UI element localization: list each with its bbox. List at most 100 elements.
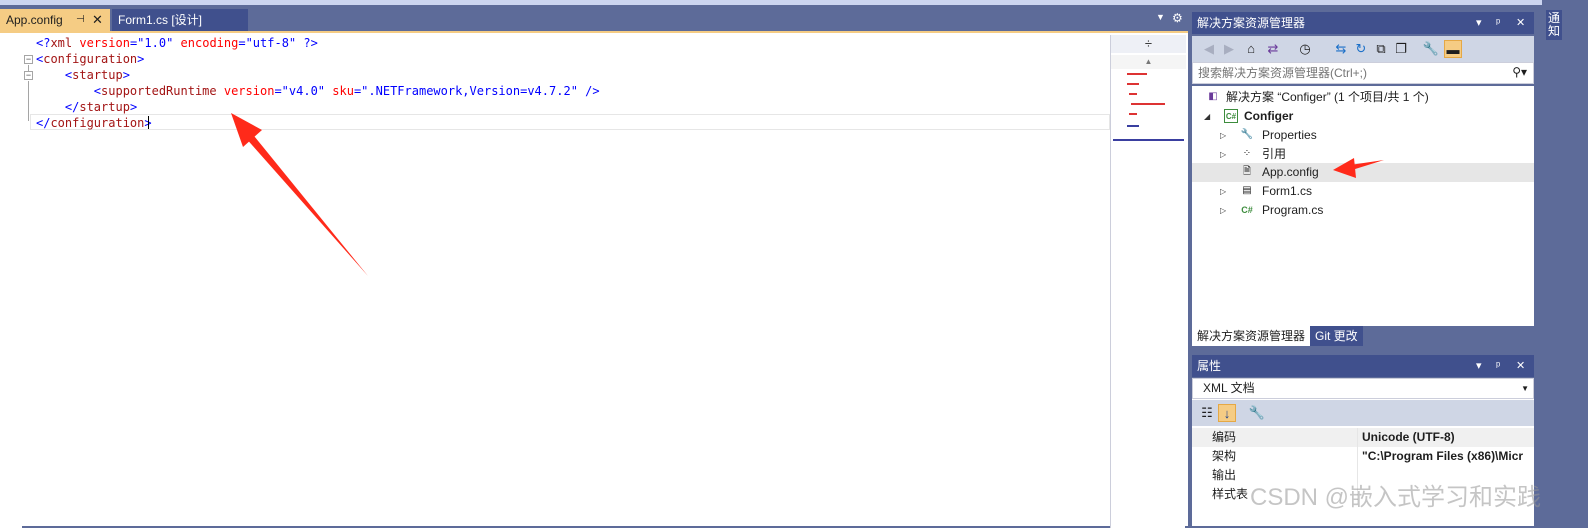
window-dropdown-icon[interactable]: ▾ — [1476, 355, 1482, 377]
code-token: /> — [585, 84, 600, 98]
tab-app-config[interactable]: App.config ⊣ ✕ — [0, 9, 110, 31]
close-icon[interactable]: ✕ — [1516, 355, 1525, 377]
chevron-down-icon[interactable]: ▼ — [1521, 379, 1529, 398]
property-key: 样式表 — [1212, 487, 1249, 501]
collapse-icon[interactable]: − — [24, 71, 33, 80]
search-icon[interactable]: ⚲▾ — [1512, 65, 1527, 79]
tab-solution-explorer[interactable]: 解决方案资源管理器 — [1192, 326, 1311, 346]
home-icon[interactable]: ⌂ — [1242, 40, 1260, 58]
collapsed-twisty-icon[interactable]: ▷ — [1220, 126, 1226, 145]
tab-overflow-dropdown-icon[interactable]: ▼ — [1156, 12, 1165, 22]
solution-icon: ◧ — [1208, 91, 1218, 102]
tree-item-form1[interactable]: ▷ ▤ Form1.cs — [1192, 182, 1534, 201]
tab-git-changes[interactable]: Git 更改 — [1310, 326, 1363, 346]
properties-titlebar: 属性 ▾ ᵖ ✕ — [1192, 355, 1534, 377]
close-icon[interactable]: ✕ — [92, 9, 103, 31]
config-file-icon: 🗎 — [1242, 166, 1252, 177]
csharp-file-icon: C# — [1241, 205, 1253, 215]
sync-icon[interactable]: ⇆ — [1332, 40, 1350, 58]
panel-title: 属性 — [1197, 359, 1222, 373]
pin-icon[interactable]: ⊣ — [76, 9, 85, 31]
back-icon[interactable]: ◀ — [1200, 40, 1218, 58]
code-token: supportedRuntime — [101, 84, 217, 98]
tree-item-label: App.config — [1262, 165, 1319, 179]
code-token: =" — [129, 36, 145, 50]
categorized-icon[interactable]: ☷ — [1198, 404, 1216, 422]
solution-explorer-bottom-tabs: 解决方案资源管理器 Git 更改 — [1192, 326, 1534, 347]
code-token: " — [570, 84, 586, 98]
object-selector-value: XML 文档 — [1203, 381, 1255, 395]
show-all-files-icon[interactable]: ❐ — [1392, 40, 1410, 58]
switch-views-icon[interactable]: ⇄ — [1264, 40, 1282, 58]
code-token: encoding — [180, 36, 239, 50]
tree-item-project[interactable]: ◢ C# Configer — [1192, 107, 1534, 126]
code-token: " — [288, 36, 304, 50]
tab-label: Form1.cs [设计] — [118, 13, 203, 27]
forward-icon[interactable]: ▶ — [1220, 40, 1238, 58]
pending-changes-filter-icon[interactable]: ◷ — [1296, 40, 1314, 58]
collapse-icon[interactable]: − — [24, 55, 33, 64]
scroll-up-icon[interactable]: ▲ — [1111, 55, 1186, 69]
tree-item-properties[interactable]: ▷ 🔧 Properties — [1192, 126, 1534, 145]
search-input[interactable] — [1193, 63, 1493, 83]
preview-selected-icon[interactable]: ▬ — [1444, 40, 1462, 58]
collapsed-twisty-icon[interactable]: ▷ — [1220, 182, 1226, 201]
minimap-viewport[interactable] — [1113, 71, 1184, 141]
tree-item-app-config[interactable]: 🗎 App.config — [1192, 163, 1534, 182]
code-line[interactable]: <?xml version="1.0" encoding="utf-8" ?> — [36, 35, 600, 51]
tab-form1-design[interactable]: Form1.cs [设计] — [112, 9, 248, 31]
tree-item-program[interactable]: ▷ C# Program.cs — [1192, 201, 1534, 220]
window-top-strip — [0, 0, 1588, 5]
property-pages-icon[interactable]: 🔧 — [1248, 404, 1266, 422]
code-token: version — [79, 36, 130, 50]
code-line[interactable]: <supportedRuntime version="v4.0" sku=".N… — [36, 83, 600, 99]
code-token: > — [129, 100, 138, 114]
refresh-icon[interactable]: ↻ — [1352, 40, 1370, 58]
property-value[interactable]: Unicode (UTF-8) — [1362, 428, 1534, 447]
code-token: > — [122, 68, 130, 82]
property-row[interactable]: 架构 "C:\Program Files (x86)\Micr — [1192, 447, 1534, 466]
alphabetical-icon[interactable]: ↓ — [1218, 404, 1236, 422]
code-token: sku — [332, 84, 354, 98]
close-icon[interactable]: ✕ — [1516, 12, 1525, 34]
properties-wrench-icon[interactable]: 🔧 — [1422, 40, 1440, 58]
code-token: configuration — [50, 116, 145, 130]
code-line[interactable]: <configuration> — [36, 51, 600, 67]
collapse-all-icon[interactable]: ⧉ — [1372, 40, 1390, 58]
panel-title: 解决方案资源管理器 — [1197, 16, 1306, 30]
code-token: =" — [353, 84, 369, 98]
pin-icon[interactable]: ᵖ — [1496, 355, 1500, 377]
code-line[interactable]: <startup> — [36, 67, 600, 83]
tree-item-references[interactable]: ▷ ⁘ 引用 — [1192, 145, 1534, 164]
code-line[interactable]: </startup> — [36, 99, 600, 115]
tree-item-label: Form1.cs — [1262, 184, 1313, 198]
document-tab-bar: App.config ⊣ ✕ Form1.cs [设计] ▼ ⚙ — [0, 9, 1188, 31]
collapsed-twisty-icon[interactable]: ▷ — [1220, 201, 1226, 220]
code-editor[interactable]: − − <?xml version="1.0" encoding="utf-8"… — [0, 31, 1188, 528]
solution-explorer-toolbar: ◀ ▶ ⌂ ⇄ ◷ ⇆ ↻ ⧉ ❐ 🔧 ▬ — [1192, 36, 1534, 62]
code-token: =" — [238, 36, 253, 50]
code-token: startup — [72, 68, 123, 82]
window-dropdown-icon[interactable]: ▾ — [1476, 12, 1482, 34]
minimap-scrollbar[interactable]: ÷ ▲ — [1110, 35, 1186, 528]
right-dock-strip: 通知 — [1542, 0, 1588, 526]
property-value[interactable]: "C:\Program Files (x86)\Micr — [1362, 447, 1534, 466]
code-token: .NETFramework,Version=v4.7.2 — [368, 84, 571, 98]
collapsed-twisty-icon[interactable]: ▷ — [1220, 145, 1226, 164]
gear-icon[interactable]: ⚙ — [1172, 11, 1183, 25]
code-token: =" — [274, 84, 289, 98]
split-editor-icon[interactable]: ÷ — [1111, 35, 1186, 53]
code-text[interactable]: <?xml version="1.0" encoding="utf-8" ?> <… — [36, 35, 600, 131]
pin-icon[interactable]: ᵖ — [1496, 12, 1500, 34]
object-selector[interactable]: XML 文档 ▼ — [1192, 378, 1534, 399]
tree-item-label: Configer — [1244, 109, 1294, 123]
expanded-twisty-icon[interactable]: ◢ — [1204, 107, 1210, 126]
solution-search-box[interactable]: ⚲▾ — [1192, 62, 1534, 84]
property-row[interactable]: 编码 Unicode (UTF-8) — [1192, 428, 1534, 447]
code-token: " — [166, 36, 181, 50]
tree-item-solution[interactable]: ◧ 解决方案 “Configer” (1 个项目/共 1 个) — [1192, 88, 1534, 107]
tree-item-label: 引用 — [1262, 147, 1287, 161]
notifications-tab[interactable]: 通知 — [1546, 10, 1562, 40]
code-line[interactable]: </configuration> — [36, 115, 600, 131]
